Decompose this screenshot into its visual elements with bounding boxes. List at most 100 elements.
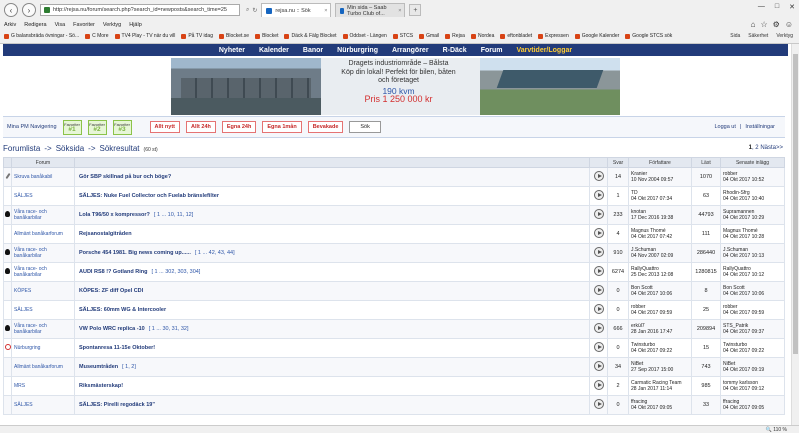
goto-newest-icon[interactable] <box>593 190 604 200</box>
forum-link[interactable]: SÄLJES <box>14 307 33 313</box>
topic-link[interactable]: Museumtråden <box>79 364 118 370</box>
close-tab-icon[interactable]: × <box>398 8 401 14</box>
own-1month-button[interactable]: Egna 1mån <box>262 121 302 133</box>
search-button[interactable]: Sök <box>349 121 381 133</box>
favorite-link[interactable]: Blocket <box>255 33 278 39</box>
all-new-button[interactable]: Allt nytt <box>149 121 181 133</box>
topic-link[interactable]: Spontanresa 11-15e Oktober! <box>79 345 155 351</box>
forward-icon[interactable]: › <box>22 3 36 17</box>
favorite-link[interactable]: G balansbräda övningar - Sö... <box>4 33 79 39</box>
forum-link[interactable]: Allmänt banåkarforum <box>14 231 63 237</box>
topic-pages[interactable]: [ 1 ... 302, 303, 304] <box>151 269 200 275</box>
favorite-link[interactable]: Däck & Fälg Blocket <box>284 33 337 39</box>
goto-newest-icon[interactable] <box>593 171 604 181</box>
favorites-1-button[interactable]: Favoriter #1 <box>62 119 82 135</box>
favorite-link[interactable]: Gmail <box>419 33 439 39</box>
page-2-link[interactable]: 2 <box>755 145 758 151</box>
topic-link[interactable]: SÄLJES: 60mm WG & Intercooler <box>79 307 166 313</box>
topic-link[interactable]: VW Polo WRC replica -10 <box>79 326 145 332</box>
forum-link[interactable]: SÄLJES <box>14 402 33 408</box>
topic-link[interactable]: KÖPES: ZF diff Opel CDI <box>79 288 143 294</box>
settings-link[interactable]: Inställningar <box>745 124 775 130</box>
goto-newest-icon[interactable] <box>593 266 604 276</box>
vertical-scrollbar[interactable] <box>791 44 799 425</box>
favorite-link[interactable]: Rejsa <box>445 33 465 39</box>
favorite-link[interactable]: Oddset - Längen <box>342 33 387 39</box>
new-tab-button[interactable]: + <box>409 4 422 16</box>
goto-newest-icon[interactable] <box>593 323 604 333</box>
forum-link[interactable]: Skruva banåkabil <box>14 174 52 180</box>
pm-navigation-link[interactable]: Mina PM Navigering <box>7 124 57 130</box>
site-nav-item[interactable]: Nyheter <box>219 47 245 54</box>
forum-link[interactable]: Våra race- och banåkarbilar <box>14 266 47 278</box>
address-bar[interactable]: http://rejsa.nu/forum/search.php?search_… <box>40 4 240 16</box>
logout-link[interactable]: Logga ut <box>714 124 735 130</box>
favorite-link[interactable]: Blocket.se <box>219 33 249 39</box>
goto-newest-icon[interactable] <box>593 285 604 295</box>
forum-link[interactable]: MRS <box>14 383 25 389</box>
close-window-icon[interactable]: ✕ <box>789 3 795 11</box>
goto-newest-icon[interactable] <box>593 228 604 238</box>
forum-link[interactable]: KÖPES <box>14 288 31 294</box>
goto-newest-icon[interactable] <box>593 399 604 409</box>
command-sida[interactable]: Sida <box>730 33 740 39</box>
command-verktyg[interactable]: Verktyg <box>776 33 793 39</box>
back-icon[interactable]: ‹ <box>4 3 18 17</box>
site-nav-item[interactable]: Kalender <box>259 47 289 54</box>
topic-link[interactable]: Lola T96/50 x kompressor? <box>79 212 150 218</box>
topic-link[interactable]: Riksmästerskap! <box>79 383 123 389</box>
favorite-link[interactable]: STCS <box>392 33 413 39</box>
own-24h-button[interactable]: Egna 24h <box>221 121 257 133</box>
topic-pages[interactable]: [ 1 ... 42, 43, 44] <box>195 250 235 256</box>
ad-banner[interactable]: Dragets industriområde – Bålsta Köp din … <box>171 58 620 115</box>
site-nav-item[interactable]: Nürburgring <box>337 47 378 54</box>
goto-newest-icon[interactable] <box>593 304 604 314</box>
goto-newest-icon[interactable] <box>593 247 604 257</box>
tab-saab[interactable]: Min sida – Saab Turbo Club of... × <box>335 3 406 17</box>
favorite-link[interactable]: Expressen <box>538 33 569 39</box>
menu-favoriter[interactable]: Favoriter <box>73 22 95 28</box>
topic-link[interactable]: SÄLJES: Pirelli regodäck 19" <box>79 402 155 408</box>
command-sakerhet[interactable]: Säkerhet <box>748 33 768 39</box>
site-nav-item[interactable]: Forum <box>481 47 503 54</box>
minimize-icon[interactable]: — <box>758 3 765 11</box>
forum-link[interactable]: SÄLJES <box>14 193 33 199</box>
scrollbar-thumb[interactable] <box>793 54 798 354</box>
goto-newest-icon[interactable] <box>593 342 604 352</box>
topic-pages[interactable]: [ 1 ... 10, 11, 12] <box>154 212 193 218</box>
forum-link[interactable]: Våra race- och banåkarbilar <box>14 209 47 221</box>
tab-rejsa[interactable]: rejsa.nu :: Sök × <box>261 3 332 17</box>
favorite-link[interactable]: Google Kalender <box>574 33 619 39</box>
favorites-3-button[interactable]: Favoriter #3 <box>112 119 132 135</box>
site-nav-item[interactable]: Varvtider/Loggar <box>516 47 572 54</box>
forum-link[interactable]: Våra race- och banåkarbilar <box>14 323 47 335</box>
goto-newest-icon[interactable] <box>593 380 604 390</box>
site-nav-item[interactable]: Banor <box>303 47 323 54</box>
topic-link[interactable]: SÄLJES: Nuke Fuel Collector och Fuelab b… <box>79 193 219 199</box>
topic-link[interactable]: Gör SBP skillnad på bur och böge? <box>79 174 171 180</box>
menu-verktyg[interactable]: Verktyg <box>103 22 121 28</box>
close-tab-icon[interactable]: × <box>324 8 327 14</box>
breadcrumb-soksida[interactable]: Söksida <box>56 144 84 153</box>
forum-link[interactable]: Nürburgring <box>14 345 40 351</box>
breadcrumb-forumlista[interactable]: Forumlista <box>3 144 40 153</box>
favorite-link[interactable]: Google STCS sök <box>625 33 672 39</box>
smiley-icon[interactable]: ☺ <box>785 20 793 29</box>
favorite-link[interactable]: På TV idag <box>181 33 213 39</box>
site-nav-item[interactable]: Arrangörer <box>392 47 429 54</box>
site-nav-item[interactable]: R-Däck <box>443 47 467 54</box>
next-page-link[interactable]: Nästa>> <box>760 145 783 151</box>
zoom-level[interactable]: 110 % <box>773 427 787 433</box>
goto-newest-icon[interactable] <box>593 361 604 371</box>
search-icon[interactable]: ⌕ <box>246 7 249 14</box>
refresh-icon[interactable]: ↻ <box>252 7 257 14</box>
favorites-2-button[interactable]: Favoriter #2 <box>87 119 107 135</box>
topic-pages[interactable]: [ 1, 2] <box>122 364 136 370</box>
topic-link[interactable]: AUDI RS8 !? Gotland Ring <box>79 269 147 275</box>
zoom-icon[interactable]: 🔍 <box>766 427 774 433</box>
menu-visa[interactable]: Visa <box>55 22 66 28</box>
topic-link[interactable]: Rejsanostalgitråden <box>79 231 132 237</box>
forum-link[interactable]: Allmänt banåkarforum <box>14 364 63 370</box>
forum-link[interactable]: Våra race- och banåkarbilar <box>14 247 47 259</box>
favorite-link[interactable]: eftonbladet <box>500 33 532 39</box>
